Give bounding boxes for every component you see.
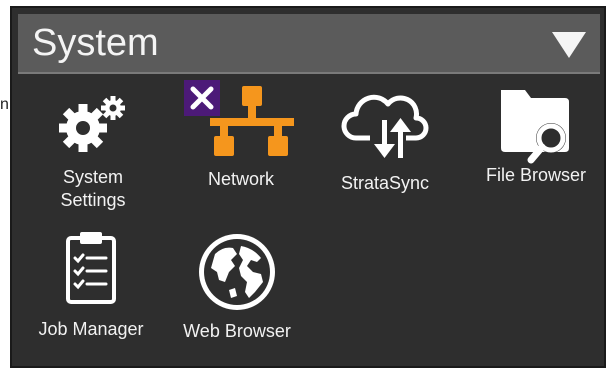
app-label: Job Manager [38,319,144,339]
folder-search-icon [501,90,569,164]
clipboard-checklist-icon [66,232,116,304]
app-system-settings[interactable]: System Settings [25,94,161,212]
app-label: System [62,167,123,187]
app-label: Web Browser [183,321,291,341]
app-label: File Browser [485,165,587,185]
app-job-manager[interactable]: Job Manager [23,230,159,341]
page-title: System [32,22,159,64]
app-network[interactable]: Network [171,80,307,191]
network-icon [184,80,294,156]
gears-icon [59,96,125,152]
stray-text: n [0,96,9,113]
app-label: StrataSync [340,173,430,193]
app-stratasync[interactable]: StrataSync [317,88,453,195]
app-web-browser[interactable]: Web Browser [169,232,305,343]
cloud-sync-icon [341,94,429,158]
system-panel: System System Settings Network StrataSyn… [10,6,606,368]
globe-icon [199,234,275,310]
app-label: Network [207,169,274,189]
caret-down-icon[interactable] [552,32,586,58]
panel-header[interactable]: System [18,14,600,74]
app-label: Settings [60,190,126,210]
app-file-browser[interactable]: File Browser [468,88,604,187]
